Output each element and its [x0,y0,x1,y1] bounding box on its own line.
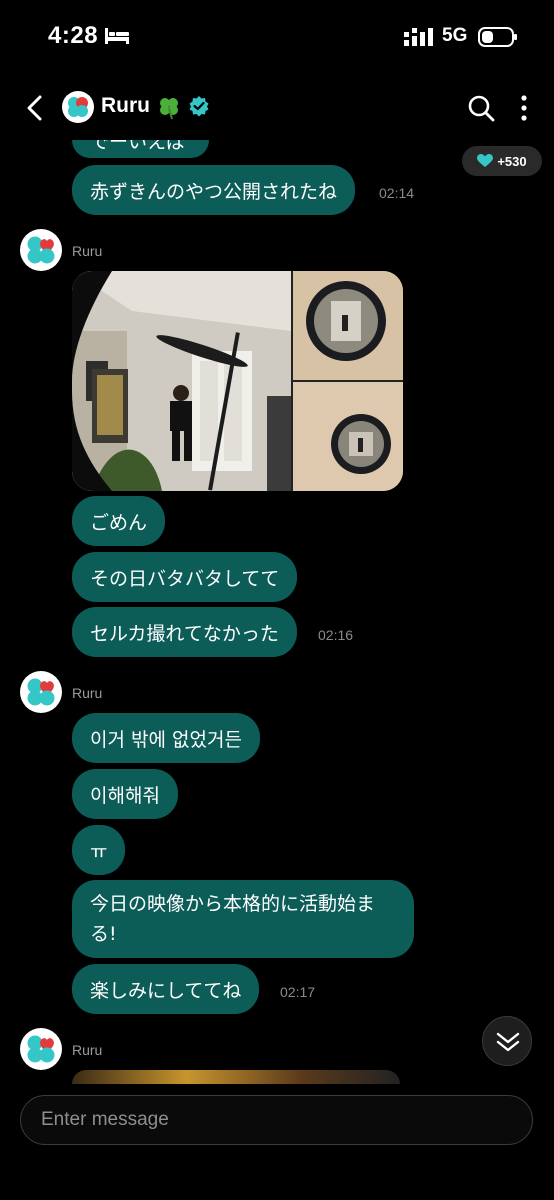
message-input[interactable] [41,1096,511,1143]
photo-round-mirror-wall[interactable] [293,382,403,491]
message-bubble: その日バタバタしてて [72,552,298,602]
message-text: 이해해줘 [90,784,160,807]
message-text: ごめん [90,511,148,534]
sender-avatar[interactable] [20,671,62,713]
four-leaf-clover-icon [160,98,178,120]
message-bubble: 赤ずきんのやつ公開されたね [72,165,356,215]
message-bubble: 이거 밖에 없었거든 [72,713,260,763]
verified-badge-icon [189,96,209,117]
sender-name: Ruru [72,243,103,259]
message-text: 楽しみにしててね [90,979,242,1002]
message-text: 赤ずきんのやつ公開されたね [90,180,338,203]
message-timestamp: 02:17 [280,984,316,1000]
hearts-count: +530 [497,153,527,169]
message-timestamp: 02:16 [318,627,354,643]
search-icon[interactable] [466,93,496,123]
message-bubble: 今日の映像から本格的に活動始まる! [72,880,414,958]
message-timestamp: 02:14 [379,185,415,201]
sender-name: Ruru [72,685,103,701]
message-text: 今日の映像から本格的に活動始まる! [90,893,376,945]
sender-avatar[interactable] [20,1028,62,1070]
double-chevron-down-icon [496,1032,520,1052]
chat-title[interactable]: Ruru [101,94,150,118]
back-arrow-icon[interactable] [22,92,50,124]
message-bubble: 이해해줘 [72,769,178,819]
network-type: 5G [442,25,468,46]
photo-round-mirror[interactable] [293,271,403,380]
partial-image-message[interactable] [72,1070,400,1084]
message-text: その日バタバタしてて [90,567,280,590]
message-input-bar[interactable] [20,1095,533,1145]
photo-mirror-selfie[interactable] [72,271,291,491]
more-options-icon[interactable] [516,94,532,122]
photo-album[interactable] [72,271,403,491]
message-text: 이거 밖에 없었거든 [90,728,242,751]
sender-name: Ruru [72,1042,103,1058]
message-bubble: 楽しみにしててね [72,964,260,1014]
signal-icon [404,28,433,46]
status-bar: 4:28 5G [0,0,554,76]
message-bubble: ㅠ [72,825,126,875]
bed-icon [105,28,129,44]
header-avatar[interactable] [62,91,94,123]
message-bubble: ごめん [72,496,166,546]
scroll-to-bottom-button[interactable] [482,1016,532,1066]
message-bubble: セルカ撮れてなかった [72,607,297,657]
heart-icon [477,154,494,167]
hearts-counter[interactable]: +530 [462,146,542,176]
sender-avatar[interactable] [20,229,62,271]
message-text: ㅠ [90,840,108,863]
battery-icon [478,27,517,47]
message-text: セルカ撮れてなかった [90,622,279,645]
chat-header: Ruru [0,84,554,132]
status-time: 4:28 [48,22,99,49]
